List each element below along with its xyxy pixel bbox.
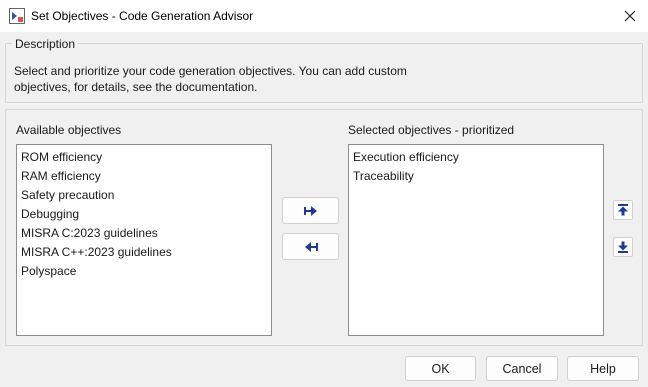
remove-objective-button[interactable] [282,233,339,260]
list-item[interactable]: MISRA C++:2023 guidelines [17,243,271,262]
help-button[interactable]: Help [567,356,639,381]
move-down-button[interactable] [613,237,633,257]
list-item[interactable]: Polyspace [17,262,271,281]
description-line-2: objectives, for details, see the documen… [14,80,258,94]
close-button[interactable] [616,4,644,28]
remove-from-selected-icon [304,241,318,252]
selected-objectives-list[interactable]: Execution efficiency Traceability [348,144,604,336]
move-up-icon [618,204,628,216]
move-up-button[interactable] [613,200,633,220]
available-objectives-list[interactable]: ROM efficiency RAM efficiency Safety pre… [16,144,272,336]
list-item[interactable]: MISRA C:2023 guidelines [17,224,271,243]
list-item[interactable]: Execution efficiency [349,148,603,167]
available-objectives-label: Available objectives [16,123,122,137]
list-item[interactable]: ROM efficiency [17,148,271,167]
help-button-label: Help [590,361,616,376]
cancel-button[interactable]: Cancel [486,356,558,381]
description-line-1: Select and prioritize your code generati… [14,64,407,78]
list-item[interactable]: Debugging [17,205,271,224]
window-title: Set Objectives - Code Generation Advisor [31,9,254,23]
list-item[interactable]: RAM efficiency [17,167,271,186]
add-objective-button[interactable] [282,197,339,224]
list-item[interactable]: Traceability [349,167,603,186]
ok-button-label: OK [431,361,450,376]
ok-button[interactable]: OK [405,356,476,381]
close-icon [624,10,636,22]
description-legend: Description [12,37,79,51]
add-to-selected-icon [303,205,317,216]
move-down-icon [618,241,628,253]
list-item[interactable]: Safety precaution [17,186,271,205]
app-icon [9,8,25,24]
cancel-button-label: Cancel [502,361,542,376]
selected-objectives-label: Selected objectives - prioritized [348,123,515,137]
